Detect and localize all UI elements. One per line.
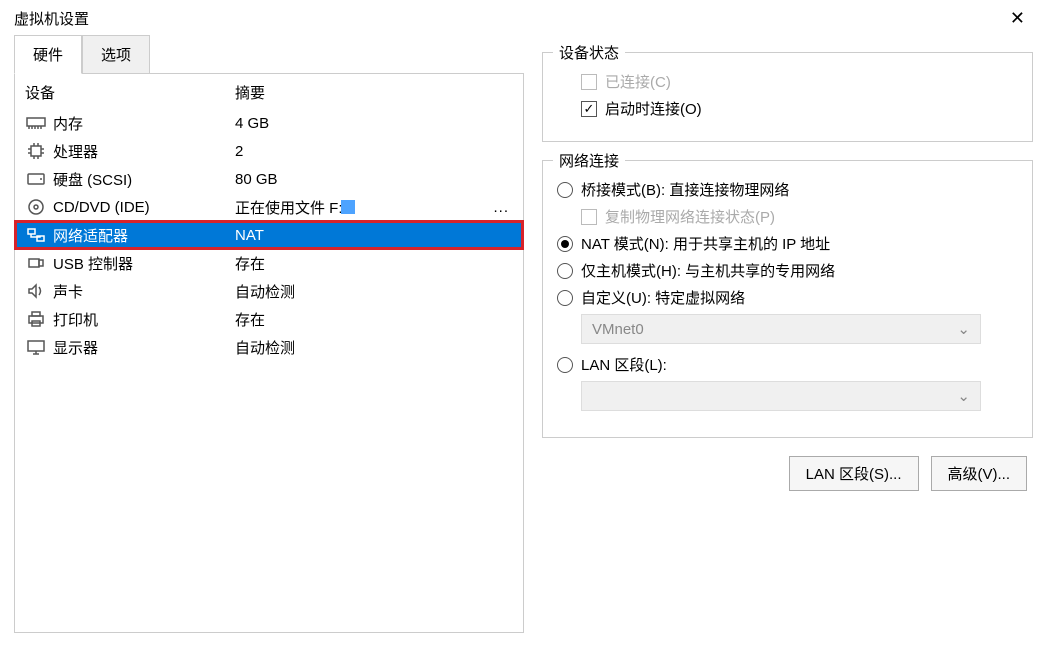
device-name: 声卡 xyxy=(53,281,235,302)
radio-hostonly[interactable] xyxy=(557,263,573,279)
device-row[interactable]: 内存4 GB xyxy=(15,109,523,137)
device-list: 内存4 GB处理器2硬盘 (SCSI)80 GBCD/DVD (IDE)正在使用… xyxy=(15,109,523,361)
device-summary: 80 GB xyxy=(235,171,513,188)
dropdown-lan: ⌄ xyxy=(581,381,981,411)
radio-lan[interactable] xyxy=(557,357,573,373)
device-name: 内存 xyxy=(53,113,235,134)
tabs: 硬件 选项 xyxy=(14,35,524,74)
checkbox-connect-on-start[interactable] xyxy=(581,101,597,117)
window-title: 虚拟机设置 xyxy=(14,8,89,29)
device-row[interactable]: 硬盘 (SCSI)80 GB xyxy=(15,165,523,193)
device-row[interactable]: USB 控制器存在 xyxy=(15,249,523,277)
label-bridged: 桥接模式(B): 直接连接物理网络 xyxy=(581,179,789,200)
network-icon xyxy=(25,225,47,245)
network-group: 网络连接 桥接模式(B): 直接连接物理网络 复制物理网络连接状态(P) NAT… xyxy=(542,160,1033,438)
dropdown-vmnet: VMnet0 ⌄ xyxy=(581,314,981,344)
device-row[interactable]: 显示器自动检测 xyxy=(15,333,523,361)
printer-icon xyxy=(25,309,47,329)
close-icon[interactable]: ✕ xyxy=(1002,8,1033,29)
chevron-down-icon: ⌄ xyxy=(957,320,970,338)
display-icon xyxy=(25,337,47,357)
device-summary: 存在 xyxy=(235,253,513,274)
device-row[interactable]: 网络适配器NAT xyxy=(15,221,523,249)
device-summary: 4 GB xyxy=(235,115,513,132)
advanced-button[interactable]: 高级(V)... xyxy=(931,456,1028,491)
device-state-legend: 设备状态 xyxy=(553,42,625,63)
device-summary: 正在使用文件 F:... xyxy=(235,197,513,218)
checkbox-connected xyxy=(581,74,597,90)
ellipsis: ... xyxy=(493,199,513,216)
device-name: 硬盘 (SCSI) xyxy=(53,169,235,190)
device-name: CD/DVD (IDE) xyxy=(53,199,235,216)
chevron-down-icon: ⌄ xyxy=(957,387,970,405)
label-lan: LAN 区段(L): xyxy=(581,354,667,375)
disc-icon xyxy=(25,197,47,217)
memory-icon xyxy=(25,113,47,133)
device-name: 网络适配器 xyxy=(53,225,235,246)
disk-icon xyxy=(25,169,47,189)
device-row[interactable]: 打印机存在 xyxy=(15,305,523,333)
label-connect-on-start: 启动时连接(O) xyxy=(605,98,702,119)
cpu-icon xyxy=(25,141,47,161)
tab-options[interactable]: 选项 xyxy=(82,35,150,74)
device-header: 设备 摘要 xyxy=(15,74,523,109)
label-connected: 已连接(C) xyxy=(605,71,671,92)
label-custom: 自定义(U): 特定虚拟网络 xyxy=(581,287,745,308)
label-replicate: 复制物理网络连接状态(P) xyxy=(605,206,775,227)
radio-custom[interactable] xyxy=(557,290,573,306)
device-name: 显示器 xyxy=(53,337,235,358)
device-summary: 2 xyxy=(235,143,513,160)
label-nat: NAT 模式(N): 用于共享主机的 IP 地址 xyxy=(581,233,830,254)
device-summary: 存在 xyxy=(235,309,513,330)
column-device: 设备 xyxy=(25,82,235,103)
usb-icon xyxy=(25,253,47,273)
checkbox-replicate xyxy=(581,209,597,225)
lan-segments-button[interactable]: LAN 区段(S)... xyxy=(789,456,919,491)
sound-icon xyxy=(25,281,47,301)
device-row[interactable]: CD/DVD (IDE)正在使用文件 F:... xyxy=(15,193,523,221)
device-panel: 设备 摘要 内存4 GB处理器2硬盘 (SCSI)80 GBCD/DVD (ID… xyxy=(14,73,524,633)
titlebar: 虚拟机设置 ✕ xyxy=(0,0,1047,34)
device-summary: NAT xyxy=(235,227,513,244)
device-state-group: 设备状态 已连接(C) 启动时连接(O) xyxy=(542,52,1033,142)
radio-nat[interactable] xyxy=(557,236,573,252)
device-name: 处理器 xyxy=(53,141,235,162)
button-row: LAN 区段(S)... 高级(V)... xyxy=(542,456,1033,491)
dropdown-vmnet-value: VMnet0 xyxy=(592,321,644,338)
file-chip-icon xyxy=(341,200,355,214)
label-hostonly: 仅主机模式(H): 与主机共享的专用网络 xyxy=(581,260,835,281)
column-summary: 摘要 xyxy=(235,82,513,103)
radio-bridged[interactable] xyxy=(557,182,573,198)
device-name: USB 控制器 xyxy=(53,253,235,274)
device-name: 打印机 xyxy=(53,309,235,330)
device-row[interactable]: 声卡自动检测 xyxy=(15,277,523,305)
device-summary: 自动检测 xyxy=(235,337,513,358)
device-row[interactable]: 处理器2 xyxy=(15,137,523,165)
network-legend: 网络连接 xyxy=(553,150,625,171)
tab-hardware[interactable]: 硬件 xyxy=(14,35,82,74)
device-summary: 自动检测 xyxy=(235,281,513,302)
